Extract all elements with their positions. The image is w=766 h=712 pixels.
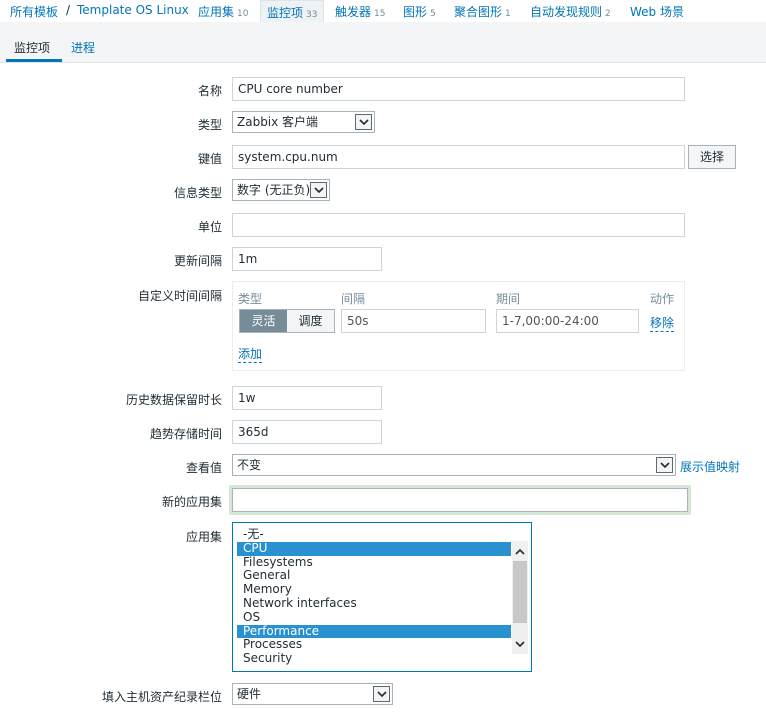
tab-count: 1 <box>505 9 511 19</box>
tab-label: 图形 <box>403 5 428 19</box>
key-label: 键值 <box>197 152 222 166</box>
scrollbar-thumb[interactable] <box>513 561 527 623</box>
tab-discovery-rules[interactable]: 自动发现规则 2 <box>530 3 611 20</box>
list-item[interactable]: Processes <box>237 638 511 652</box>
scheduling-option[interactable]: 调度 <box>287 310 334 332</box>
scroll-down-icon[interactable] <box>512 636 528 652</box>
update-interval-input[interactable]: 1m <box>232 247 382 271</box>
value-mapping-link[interactable]: 展示值映射 <box>680 458 740 475</box>
nav-band <box>0 22 766 31</box>
tab-label: 聚合图形 <box>454 5 503 19</box>
history-label: 历史数据保留时长 <box>125 393 222 407</box>
listbox-scrollbar[interactable] <box>512 541 528 654</box>
new-application-label: 新的应用集 <box>161 495 222 509</box>
template-name-link[interactable]: Template OS Linux <box>77 3 189 17</box>
tab-items[interactable]: 监控项 33 <box>260 0 325 22</box>
list-item[interactable]: Memory <box>237 582 511 597</box>
new-application-field <box>229 485 691 515</box>
show-value-value: 不变 <box>237 458 262 472</box>
inventory-label: 填入主机资产纪录栏位 <box>101 690 222 704</box>
type-select[interactable]: Zabbix 客户端 <box>232 111 375 133</box>
breadcrumb-separator: / <box>66 3 71 17</box>
active-tab-indicator <box>6 59 62 62</box>
units-input[interactable] <box>232 213 685 237</box>
trends-label: 趋势存储时间 <box>149 427 222 441</box>
tab-applications[interactable]: 应用集 10 <box>198 3 248 20</box>
tab-triggers[interactable]: 触发器 15 <box>335 3 385 20</box>
trends-input[interactable]: 365d <box>232 420 382 444</box>
list-item[interactable]: Security <box>237 651 511 666</box>
list-item[interactable]: General <box>237 569 511 583</box>
tab-label: 自动发现规则 <box>530 5 603 19</box>
subtab-preprocessing[interactable]: 进程 <box>71 39 95 56</box>
list-item[interactable]: Filesystems <box>237 555 511 570</box>
subtab-item[interactable]: 监控项 <box>14 39 50 56</box>
list-item[interactable]: OS <box>237 610 511 625</box>
all-templates-link[interactable]: 所有模板 <box>10 3 58 20</box>
tab-count: 33 <box>306 10 318 20</box>
show-value-select[interactable]: 不变 <box>232 454 676 476</box>
tab-count: 10 <box>237 9 249 19</box>
info-type-select[interactable]: 数字 (无正负) <box>232 179 330 201</box>
inventory-value: 硬件 <box>237 687 262 701</box>
interval-input[interactable]: 50s <box>341 309 486 333</box>
top-navigation: 所有模板 / Template OS Linux 应用集 10 监控项 33 触发器… <box>0 0 766 22</box>
header-period: 期间 <box>496 292 521 306</box>
header-type: 类型 <box>238 292 263 306</box>
scroll-up-icon[interactable] <box>512 543 528 559</box>
name-input[interactable]: CPU core number <box>232 77 685 101</box>
list-item[interactable]: CPU <box>237 541 511 556</box>
select-key-button[interactable]: 选择 <box>688 145 736 169</box>
list-item[interactable]: -无- <box>237 527 511 542</box>
type-label: 类型 <box>197 118 222 132</box>
tab-count: 15 <box>374 9 386 19</box>
interval-type-toggle: 灵活 调度 <box>239 309 335 333</box>
list-item[interactable]: Network interfaces <box>237 596 511 611</box>
applications-listbox[interactable]: -无- CPU Filesystems General Memory Netwo… <box>232 522 532 672</box>
applications-label: 应用集 <box>185 530 222 544</box>
add-interval-link[interactable]: 添加 <box>238 345 263 363</box>
info-type-label: 信息类型 <box>173 186 222 200</box>
tab-label: 应用集 <box>198 5 235 19</box>
header-interval: 间隔 <box>341 292 366 306</box>
tab-screens[interactable]: 聚合图形 1 <box>454 3 511 20</box>
inventory-select[interactable]: 硬件 <box>232 683 393 705</box>
update-interval-label: 更新间隔 <box>173 254 222 268</box>
key-input[interactable]: system.cpu.num <box>232 145 685 169</box>
period-input[interactable]: 1-7,00:00-24:00 <box>496 309 639 333</box>
show-value-label: 查看值 <box>185 461 222 475</box>
custom-intervals-label: 自定义时间间隔 <box>137 289 222 303</box>
flexible-option[interactable]: 灵活 <box>240 310 287 332</box>
chevron-down-icon <box>373 686 390 702</box>
tab-label: Web 场景 <box>630 5 684 19</box>
custom-intervals-table: 类型 间隔 期间 动作 灵活 调度 50s 1-7,00:00-24:00 移除… <box>232 281 685 371</box>
tab-graphs[interactable]: 图形 5 <box>403 3 436 20</box>
remove-link[interactable]: 移除 <box>650 314 675 332</box>
info-type-value: 数字 (无正负) <box>237 183 311 197</box>
name-label: 名称 <box>197 84 222 98</box>
tab-label: 触发器 <box>335 5 372 19</box>
tab-web-scenarios[interactable]: Web 场景 <box>630 3 684 20</box>
history-input[interactable]: 1w <box>232 386 382 410</box>
chevron-down-icon <box>355 114 372 130</box>
item-form: 名称 CPU core number 类型 Zabbix 客户端 键值 syst… <box>6 64 766 712</box>
form-tabs: 监控项 进程 <box>0 31 766 63</box>
type-select-value: Zabbix 客户端 <box>237 115 319 129</box>
list-item[interactable]: Performance <box>237 624 511 639</box>
header-action: 动作 <box>650 292 675 306</box>
chevron-down-icon <box>656 457 673 473</box>
units-label: 单位 <box>197 220 222 234</box>
chevron-down-icon <box>310 182 327 198</box>
new-application-input[interactable] <box>232 488 688 512</box>
tab-label: 监控项 <box>267 6 304 20</box>
tab-count: 5 <box>430 9 436 19</box>
tab-count: 2 <box>605 9 611 19</box>
